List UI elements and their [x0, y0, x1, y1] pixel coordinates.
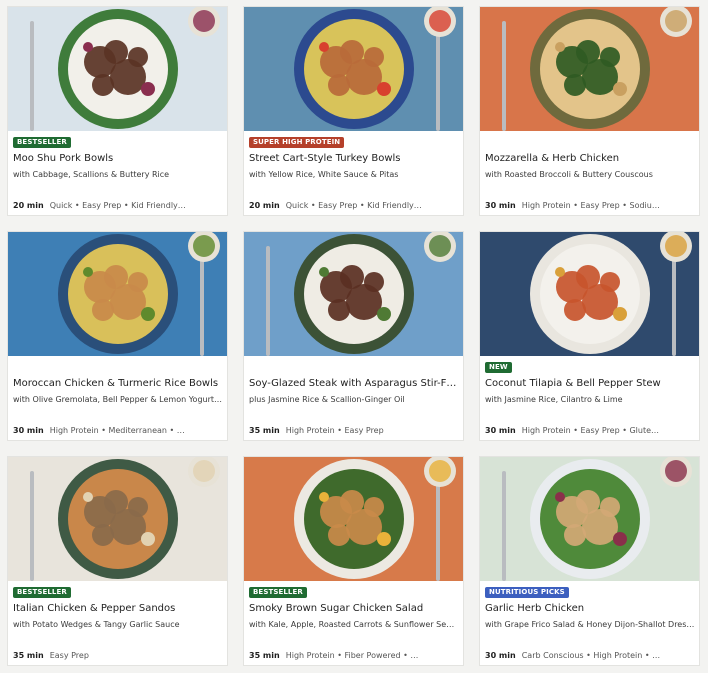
recipe-card[interactable]: NEW Coconut Tilapia & Bell Pepper Stew wit…: [479, 231, 700, 441]
recipe-badge: BESTSELLER: [13, 137, 71, 148]
recipe-title[interactable]: Smoky Brown Sugar Chicken Salad: [249, 602, 459, 615]
recipe-subtitle: with Yellow Rice, White Sauce & Pitas: [249, 170, 399, 179]
recipe-meta: 35 min High Protein • Easy Prep: [249, 425, 459, 436]
recipe-photo[interactable]: [244, 457, 463, 581]
recipe-tags: Carb Conscious • High Protein • …: [521, 651, 661, 660]
recipe-tags: Easy Prep: [49, 651, 89, 660]
recipe-meta: 30 min High Protein • Mediterranean • …: [13, 425, 223, 436]
recipe-badge: NEW: [485, 362, 512, 373]
recipe-photo[interactable]: [480, 7, 699, 131]
recipe-photo[interactable]: [244, 232, 463, 356]
prep-time: 20 min: [13, 201, 44, 210]
recipe-title[interactable]: Moroccan Chicken & Turmeric Rice Bowls: [13, 377, 223, 390]
recipe-tags: High Protein • Mediterranean • …: [49, 426, 185, 435]
recipe-meta: 35 min High Protein • Fiber Powered • …: [249, 650, 459, 661]
recipe-title[interactable]: Moo Shu Pork Bowls: [13, 152, 223, 165]
recipe-tags: Quick • Easy Prep • Kid Friendly…: [285, 201, 422, 210]
recipe-card[interactable]: BESTSELLER Smoky Brown Sugar Chicken Sala…: [243, 456, 464, 666]
recipe-subtitle: plus Jasmine Rice & Scallion-Ginger Oil: [249, 395, 405, 404]
prep-time: 30 min: [485, 426, 516, 435]
recipe-subtitle: with Potato Wedges & Tangy Garlic Sauce: [13, 620, 180, 629]
recipe-tags: High Protein • Easy Prep • Glute…: [521, 426, 660, 435]
recipe-title[interactable]: Italian Chicken & Pepper Sandos: [13, 602, 223, 615]
prep-time: 35 min: [13, 651, 44, 660]
recipe-badge: BESTSELLER: [13, 587, 71, 598]
recipe-title[interactable]: Soy-Glazed Steak with Asparagus Stir-F…: [249, 377, 459, 390]
prep-time: 30 min: [13, 426, 44, 435]
recipe-meta: 35 min Easy Prep: [13, 650, 223, 661]
recipe-subtitle: with Olive Gremolata, Bell Pepper & Lemo…: [13, 395, 223, 404]
recipe-subtitle: with Grape Frico Salad & Honey Dijon-Sha…: [485, 620, 695, 629]
recipe-subtitle: with Jasmine Rice, Cilantro & Lime: [485, 395, 623, 404]
prep-time: 30 min: [485, 201, 516, 210]
recipe-meta: 30 min Carb Conscious • High Protein • …: [485, 650, 695, 661]
recipe-tags: Quick • Easy Prep • Kid Friendly…: [49, 201, 186, 210]
recipe-badge: SUPER HIGH PROTEIN: [249, 137, 345, 148]
prep-time: 35 min: [249, 426, 280, 435]
prep-time: 30 min: [485, 651, 516, 660]
recipe-photo[interactable]: [8, 457, 227, 581]
recipe-card[interactable]: SUPER HIGH PROTEIN Street Cart-Style Turk…: [243, 6, 464, 216]
recipe-subtitle: with Kale, Apple, Roasted Carrots & Sunf…: [249, 620, 459, 629]
recipe-title[interactable]: Mozzarella & Herb Chicken: [485, 152, 695, 165]
recipe-badge: BESTSELLER: [249, 587, 307, 598]
prep-time: 20 min: [249, 201, 280, 210]
recipe-title[interactable]: Coconut Tilapia & Bell Pepper Stew: [485, 377, 695, 390]
recipe-photo[interactable]: [8, 7, 227, 131]
recipe-subtitle: with Cabbage, Scallions & Buttery Rice: [13, 170, 170, 179]
recipe-photo[interactable]: [244, 7, 463, 131]
recipe-card[interactable]: BESTSELLER Moo Shu Pork Bowls with Cabbage…: [7, 6, 228, 216]
recipe-badge: NUTRITIOUS PICKS: [485, 587, 569, 598]
recipe-card[interactable]: NUTRITIOUS PICKS Garlic Herb Chicken with …: [479, 456, 700, 666]
recipe-photo[interactable]: [480, 457, 699, 581]
recipe-subtitle: with Roasted Broccoli & Buttery Couscous: [485, 170, 653, 179]
recipe-title[interactable]: Street Cart-Style Turkey Bowls: [249, 152, 459, 165]
recipe-meta: 30 min High Protein • Easy Prep • Glute…: [485, 425, 695, 436]
recipe-tags: High Protein • Easy Prep: [285, 426, 384, 435]
recipe-tags: High Protein • Easy Prep • Sodiu…: [521, 201, 660, 210]
recipe-meta: 20 min Quick • Easy Prep • Kid Friendly…: [13, 200, 223, 211]
recipe-grid: BESTSELLER Moo Shu Pork Bowls with Cabbage…: [0, 0, 708, 673]
recipe-meta: 20 min Quick • Easy Prep • Kid Friendly…: [249, 200, 459, 211]
recipe-photo[interactable]: [8, 232, 227, 356]
recipe-card[interactable]: Soy-Glazed Steak with Asparagus Stir-F… p…: [243, 231, 464, 441]
prep-time: 35 min: [249, 651, 280, 660]
recipe-title[interactable]: Garlic Herb Chicken: [485, 602, 695, 615]
recipe-card[interactable]: Mozzarella & Herb Chicken with Roasted Br…: [479, 6, 700, 216]
recipe-tags: High Protein • Fiber Powered • …: [285, 651, 419, 660]
recipe-card[interactable]: BESTSELLER Italian Chicken & Pepper Sando…: [7, 456, 228, 666]
recipe-card[interactable]: Moroccan Chicken & Turmeric Rice Bowls wi…: [7, 231, 228, 441]
recipe-meta: 30 min High Protein • Easy Prep • Sodiu…: [485, 200, 695, 211]
recipe-photo[interactable]: [480, 232, 699, 356]
